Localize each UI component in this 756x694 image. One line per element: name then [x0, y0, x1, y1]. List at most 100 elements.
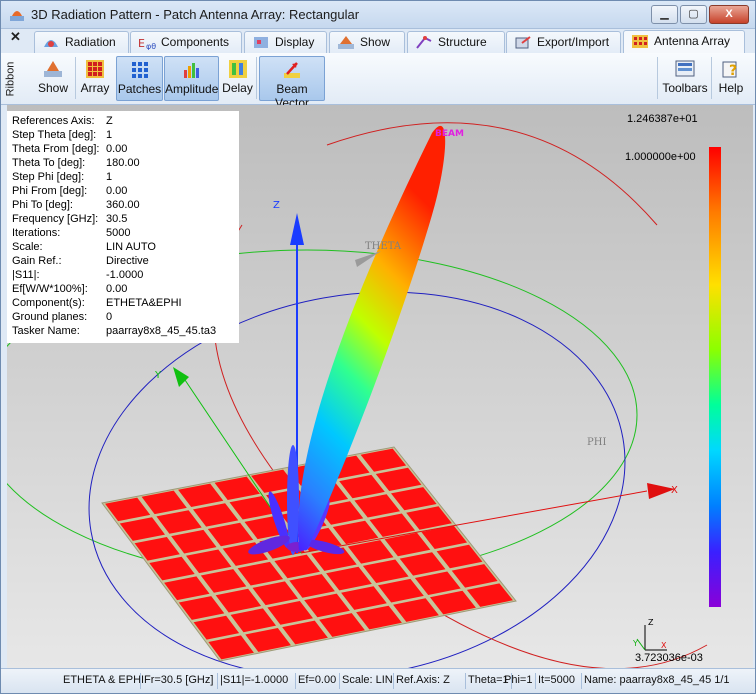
close-button[interactable]: X — [709, 5, 749, 24]
delay-button[interactable]: Delay — [221, 56, 254, 101]
tab-export-import[interactable]: Export/Import — [506, 31, 621, 53]
patches-button[interactable]: Patches — [116, 56, 163, 101]
mini-axes: Z X Y — [632, 618, 667, 651]
info-value: -1.0000 — [106, 269, 144, 281]
info-key: Theta To [deg]: — [12, 157, 86, 169]
tab-label: Radiation — [65, 35, 116, 49]
show-icon — [44, 61, 62, 77]
tab-display[interactable]: Display — [244, 31, 327, 53]
y-axis-arrow — [173, 367, 189, 387]
status-separator — [535, 673, 536, 689]
components-icon: Eφθ — [138, 37, 156, 50]
info-key: |S11|: — [12, 269, 40, 281]
svg-text:φθ: φθ — [146, 42, 156, 50]
array-label: Array — [80, 81, 110, 95]
info-value: Directive — [106, 255, 149, 267]
status-separator — [140, 673, 141, 689]
tab-label: Components — [161, 35, 230, 49]
info-key: Theta From [deg]: — [12, 143, 100, 155]
ribbon-separator — [75, 57, 76, 99]
show-label: Show — [37, 81, 69, 95]
x-axis-label: X — [671, 485, 678, 496]
scale-min-value: 3.723036e-03 — [635, 652, 703, 664]
array-icon — [86, 60, 104, 78]
amplitude-button[interactable]: Amplitude — [164, 56, 219, 101]
info-value: 0.00 — [106, 143, 128, 155]
tab-show[interactable]: Show — [329, 31, 405, 53]
status-bar: ETHETA & EPHI Fr=30.5 [GHz] |S11|=-1.000… — [1, 668, 755, 693]
toolbars-label: Toolbars — [662, 81, 708, 95]
tab-label: Display — [275, 35, 315, 49]
beam-vector-button[interactable]: Beam Vector — [259, 56, 325, 110]
info-value: Z — [106, 115, 113, 127]
phi-label: PHI — [587, 437, 606, 448]
help-label: Help — [718, 81, 744, 95]
info-value: LIN AUTO — [106, 241, 156, 253]
structure-icon — [416, 36, 432, 49]
3d-viewport[interactable]: X Y Z BEAM THETA PHI Z X Y References Ax… — [7, 105, 753, 668]
info-value: ETHETA&EPHI — [106, 297, 182, 309]
status-ef: Ef=0.00 — [298, 674, 337, 686]
patches-label: Patches — [117, 82, 162, 96]
array-button[interactable]: Array — [78, 56, 112, 101]
help-icon: ? — [722, 61, 737, 79]
info-value: 1 — [106, 171, 113, 183]
info-value: 0.00 — [106, 283, 128, 295]
scale-max-value: 1.246387e+01 — [627, 113, 698, 125]
color-scale-bar — [709, 147, 721, 607]
display-icon — [254, 37, 268, 48]
amplitude-icon — [183, 63, 199, 78]
info-value: 180.00 — [106, 157, 140, 169]
status-iterations: It=5000 — [538, 674, 576, 686]
status-frequency: Fr=30.5 [GHz] — [144, 674, 214, 686]
mini-z-label: Z — [648, 618, 654, 627]
minimize-button[interactable]: ▁ — [651, 5, 678, 24]
info-value: 0.00 — [106, 185, 128, 197]
ribbon-tabs: ✕ Radiation Eφθ Components Display Show … — [1, 29, 755, 54]
mini-x-label: X — [661, 641, 667, 650]
amplitude-label: Amplitude — [165, 82, 219, 96]
tab-label: Show — [360, 35, 391, 49]
status-s11: |S11|=-1.0000 — [220, 674, 289, 686]
status-separator — [393, 673, 394, 689]
z-axis-label: Z — [273, 200, 280, 211]
delay-label: Delay — [222, 81, 253, 95]
info-value: 30.5 — [106, 213, 128, 225]
toolbars-button[interactable]: Toolbars — [662, 56, 708, 101]
info-key: Gain Ref.: — [12, 255, 62, 267]
svg-text:E: E — [138, 37, 145, 50]
app-icon — [10, 11, 24, 21]
tab-components[interactable]: Eφθ Components — [130, 31, 242, 53]
info-value: paarray8x8_45_45.ta3 — [106, 325, 217, 337]
delay-icon — [228, 60, 247, 78]
tab-label: Export/Import — [537, 35, 610, 49]
status-separator — [217, 673, 218, 689]
tab-antenna-array[interactable]: Antenna Array — [623, 30, 745, 54]
info-key: Component(s): — [12, 297, 85, 309]
mini-y-label: Y — [632, 639, 638, 648]
tab-label: Structure — [438, 35, 487, 49]
theta-label: THETA — [365, 241, 402, 252]
maximize-button[interactable]: ▢ — [680, 5, 707, 24]
info-key: Step Theta [deg]: — [12, 129, 97, 141]
scale-ref-value: 1.000000e+00 — [625, 151, 696, 163]
beam-label: BEAM — [435, 129, 464, 139]
show-dropdown-button[interactable]: Show — [33, 56, 73, 101]
show-icon — [338, 36, 354, 49]
tab-radiation[interactable]: Radiation — [34, 31, 129, 53]
tab-structure[interactable]: Structure — [407, 31, 505, 53]
ribbon-close-icon[interactable]: ✕ — [10, 29, 21, 45]
status-theta: Theta=1 — [468, 674, 509, 686]
title-bar[interactable]: 3D Radiation Pattern - Patch Antenna Arr… — [1, 1, 755, 29]
radiation-icon — [44, 40, 58, 47]
info-key: Ground planes: — [12, 311, 88, 323]
info-key: References Axis: — [12, 115, 95, 127]
info-value: 5000 — [106, 227, 131, 239]
status-scale: Scale: LIN — [342, 674, 393, 686]
status-separator — [295, 673, 296, 689]
z-axis-arrow — [290, 213, 304, 245]
help-button[interactable]: ? Help — [715, 56, 747, 101]
ribbon-panel: Ribbon Show Array Patches Amplitude Dela… — [1, 53, 755, 110]
ribbon-separator — [711, 57, 712, 99]
antenna-array-icon — [632, 35, 648, 48]
